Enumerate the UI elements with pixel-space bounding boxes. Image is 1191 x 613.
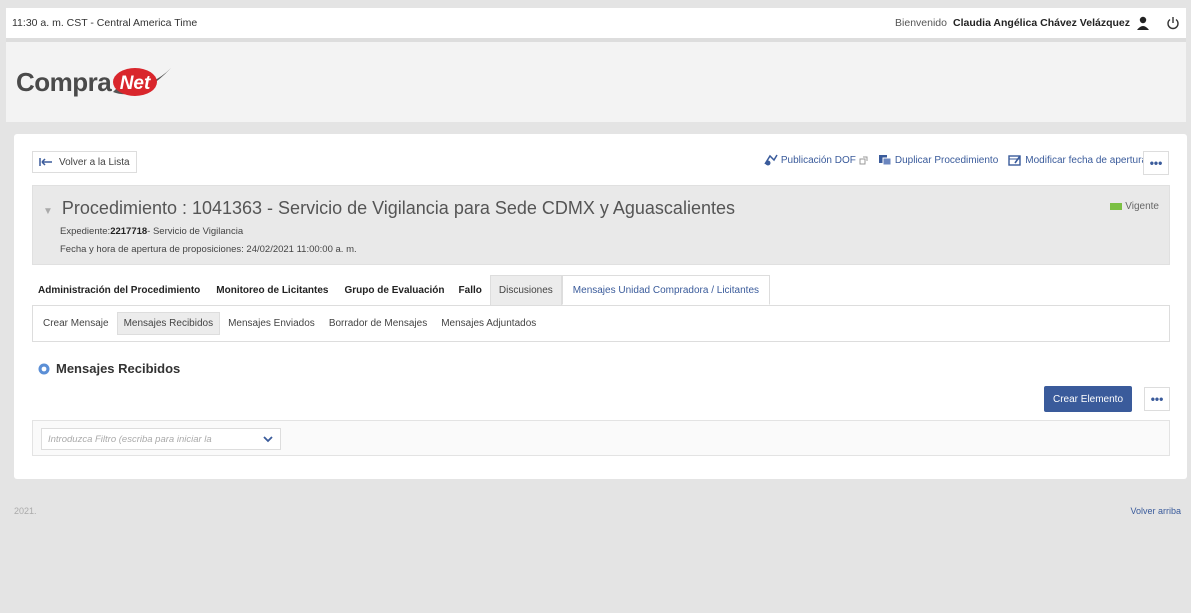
- crear-elemento-button[interactable]: Crear Elemento: [1044, 386, 1132, 412]
- tab-discusiones[interactable]: Discusiones: [489, 275, 562, 305]
- back-to-list-button[interactable]: Volver a la Lista: [32, 151, 137, 173]
- logo-text: Compra: [16, 66, 112, 97]
- header: Compra Net: [6, 38, 1186, 122]
- back-arrow-icon: [39, 158, 52, 166]
- tab-grupo-evaluacion[interactable]: Grupo de Evaluación: [339, 275, 451, 305]
- filter-input[interactable]: Introduzca Filtro (escriba para iniciar …: [41, 428, 281, 450]
- logo-net-badge: Net: [109, 62, 173, 102]
- duplicate-icon: [878, 155, 892, 166]
- subtab-mensajes-recibidos[interactable]: Mensajes Recibidos: [116, 312, 221, 335]
- subtab-borrador[interactable]: Borrador de Mensajes: [323, 313, 433, 334]
- main-panel: Volver a la Lista Publicación DOF Duplic…: [14, 134, 1187, 479]
- calendar-edit-icon: [1008, 155, 1021, 166]
- top-bar: 11:30 a. m. CST - Central America Time B…: [6, 8, 1186, 38]
- subtab-crear-mensaje[interactable]: Crear Mensaje: [37, 313, 115, 334]
- subtab-mensajes-enviados[interactable]: Mensajes Enviados: [222, 313, 321, 334]
- expediente-label: Expediente:: [60, 226, 111, 237]
- external-link-icon: [859, 156, 868, 164]
- filter-placeholder: Introduzca Filtro (escriba para iniciar …: [48, 433, 212, 445]
- section-title: Mensajes Recibidos: [38, 361, 180, 376]
- collapse-caret-icon[interactable]: ▼: [43, 206, 53, 217]
- procedure-title-row: ▼ Procedimiento : 1041363 - Servicio de …: [43, 198, 735, 219]
- expediente-line: Expediente:2217718- Servicio de Vigilanc…: [60, 226, 243, 237]
- time-label: 11:30 a. m. CST - Central America Time: [12, 17, 198, 29]
- logo-net-text: Net: [120, 73, 151, 94]
- tab-mensajes[interactable]: Mensajes Unidad Compradora / Licitantes: [561, 275, 771, 305]
- tab-fallo[interactable]: Fallo: [453, 275, 488, 305]
- procedure-title: Procedimiento : 1041363 - Servicio de Vi…: [61, 198, 735, 218]
- back-label: Volver a la Lista: [59, 156, 130, 168]
- fecha-apertura: Fecha y hora de apertura de proposicione…: [60, 244, 357, 255]
- user-icon[interactable]: [1136, 16, 1150, 30]
- tab-administracion[interactable]: Administración del Procedimiento: [32, 275, 206, 305]
- procedure-card: ▼ Procedimiento : 1041363 - Servicio de …: [32, 185, 1170, 265]
- duplicar-label: Duplicar Procedimiento: [894, 154, 999, 166]
- user-name: Claudia Angélica Chávez Velázquez: [952, 17, 1130, 29]
- subtab-adjuntados[interactable]: Mensajes Adjuntados: [435, 313, 542, 334]
- chevron-down-icon[interactable]: [262, 433, 274, 445]
- more-actions-button[interactable]: •••: [1143, 151, 1169, 175]
- publicacion-dof-link[interactable]: Publicación DOF: [764, 154, 868, 166]
- back-to-top-link[interactable]: Volver arriba: [1130, 506, 1181, 516]
- power-icon[interactable]: [1166, 16, 1180, 30]
- sub-tabs: Crear Mensaje Mensajes Recibidos Mensaje…: [32, 305, 1170, 342]
- section-bullet-icon: [38, 363, 50, 374]
- welcome-label: Bienvenido: [895, 17, 947, 29]
- status-badge: Vigente: [1110, 201, 1159, 212]
- footer-year: 2021.: [14, 506, 37, 516]
- modificar-fecha-link[interactable]: Modificar fecha de apertura: [1008, 154, 1147, 166]
- tab-monitoreo[interactable]: Monitoreo de Licitantes: [210, 275, 334, 305]
- action-bar: Publicación DOF Duplicar Procedimiento M…: [764, 154, 1147, 166]
- expediente-number: 2217718: [110, 226, 148, 237]
- publish-icon: [764, 154, 778, 166]
- expediente-desc: - Servicio de Vigilancia: [147, 226, 244, 237]
- more-options-button[interactable]: •••: [1144, 387, 1170, 411]
- main-tabs: Administración del Procedimiento Monitor…: [32, 275, 771, 305]
- status-indicator-icon: [1110, 203, 1123, 210]
- modificar-label: Modificar fecha de apertura: [1025, 154, 1147, 166]
- status-label: Vigente: [1125, 201, 1159, 212]
- duplicar-procedimiento-link[interactable]: Duplicar Procedimiento: [878, 154, 998, 166]
- filter-area: Introduzca Filtro (escriba para iniciar …: [32, 420, 1170, 456]
- section-title-label: Mensajes Recibidos: [56, 361, 181, 376]
- compranet-logo[interactable]: Compra Net: [16, 62, 173, 102]
- publicacion-label: Publicación DOF: [780, 154, 856, 166]
